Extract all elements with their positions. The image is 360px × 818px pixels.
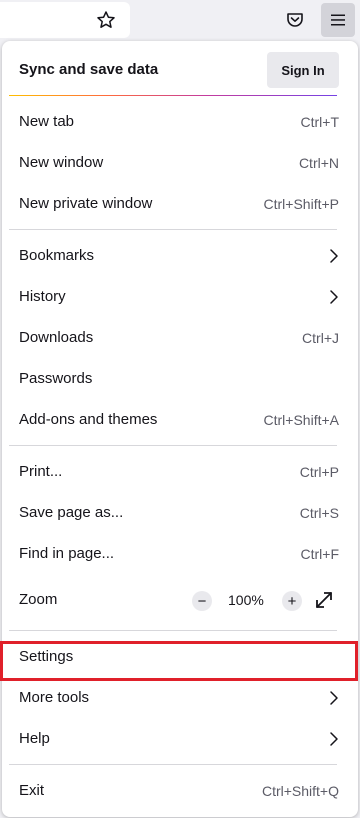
menu-item-label: Downloads — [19, 329, 94, 346]
menu-item-shortcut: Ctrl+N — [298, 155, 339, 171]
highlight-box — [0, 641, 358, 681]
menu-item-new-tab[interactable]: New tab Ctrl+T — [2, 102, 358, 143]
zoom-row: Zoom − 100% + — [2, 580, 358, 621]
menu-item-exit[interactable]: Exit Ctrl+Shift+Q — [2, 771, 358, 812]
sync-divider — [9, 95, 337, 96]
menu-separator — [9, 445, 337, 446]
menu-separator — [9, 229, 337, 230]
menu-item-downloads[interactable]: Downloads Ctrl+J — [2, 318, 358, 359]
menu-item-addons-themes[interactable]: Add-ons and themes Ctrl+Shift+A — [2, 400, 358, 441]
menu-item-bookmarks[interactable]: Bookmarks — [2, 236, 358, 277]
menu-item-label: More tools — [19, 689, 90, 706]
menu-item-more-tools[interactable]: More tools — [2, 678, 358, 719]
menu-item-label: New private window — [19, 195, 153, 212]
menu-item-label: Add-ons and themes — [19, 411, 158, 428]
browser-toolbar — [0, 0, 360, 40]
menu-item-label: Exit — [19, 782, 45, 799]
menu-item-shortcut: Ctrl+Shift+P — [263, 196, 339, 212]
zoom-out-button[interactable]: − — [192, 591, 212, 611]
menu-item-label: Print... — [19, 463, 63, 480]
zoom-in-button[interactable]: + — [282, 591, 302, 611]
menu-separator — [9, 764, 337, 765]
menu-item-label: New window — [19, 154, 104, 171]
menu-item-label: Passwords — [19, 370, 93, 387]
sync-title: Sync and save data — [19, 61, 159, 78]
menu-item-label: History — [19, 288, 66, 305]
app-menu-panel: Sync and save data Sign In New tab Ctrl+… — [2, 41, 358, 817]
menu-item-shortcut: Ctrl+J — [302, 330, 339, 346]
menu-item-save-page-as[interactable]: Save page as... Ctrl+S — [2, 493, 358, 534]
menu-item-shortcut: Ctrl+Shift+A — [263, 412, 339, 428]
menu-item-shortcut: Ctrl+Shift+Q — [261, 783, 339, 799]
fullscreen-icon[interactable] — [313, 589, 335, 611]
chevron-right-icon — [330, 732, 338, 746]
chevron-right-icon — [330, 691, 338, 705]
sync-header: Sync and save data Sign In — [2, 41, 358, 95]
menu-item-history[interactable]: History — [2, 277, 358, 318]
menu-item-new-window[interactable]: New window Ctrl+N — [2, 143, 358, 184]
zoom-label: Zoom — [19, 591, 58, 608]
menu-item-label: Help — [19, 730, 50, 747]
menu-item-shortcut: Ctrl+P — [299, 464, 339, 480]
menu-item-passwords[interactable]: Passwords — [2, 359, 358, 400]
zoom-level[interactable]: 100% — [228, 592, 264, 608]
sign-in-button[interactable]: Sign In — [267, 52, 339, 88]
menu-item-help[interactable]: Help — [2, 719, 358, 760]
star-icon[interactable] — [92, 6, 120, 34]
menu-item-shortcut: Ctrl+F — [300, 546, 340, 562]
menu-item-new-private-window[interactable]: New private window Ctrl+Shift+P — [2, 184, 358, 225]
menu-item-label: New tab — [19, 113, 75, 130]
hamburger-menu-icon[interactable] — [321, 3, 355, 37]
menu-item-label: Bookmarks — [19, 247, 95, 264]
menu-item-shortcut: Ctrl+S — [299, 505, 339, 521]
chevron-right-icon — [330, 290, 338, 304]
menu-item-shortcut: Ctrl+T — [300, 114, 340, 130]
menu-separator — [9, 630, 337, 631]
menu-item-label: Save page as... — [19, 504, 124, 521]
chevron-right-icon — [330, 249, 338, 263]
menu-item-find-in-page[interactable]: Find in page... Ctrl+F — [2, 534, 358, 575]
menu-item-print[interactable]: Print... Ctrl+P — [2, 452, 358, 493]
menu-item-label: Find in page... — [19, 545, 115, 562]
pocket-icon[interactable] — [281, 6, 309, 34]
